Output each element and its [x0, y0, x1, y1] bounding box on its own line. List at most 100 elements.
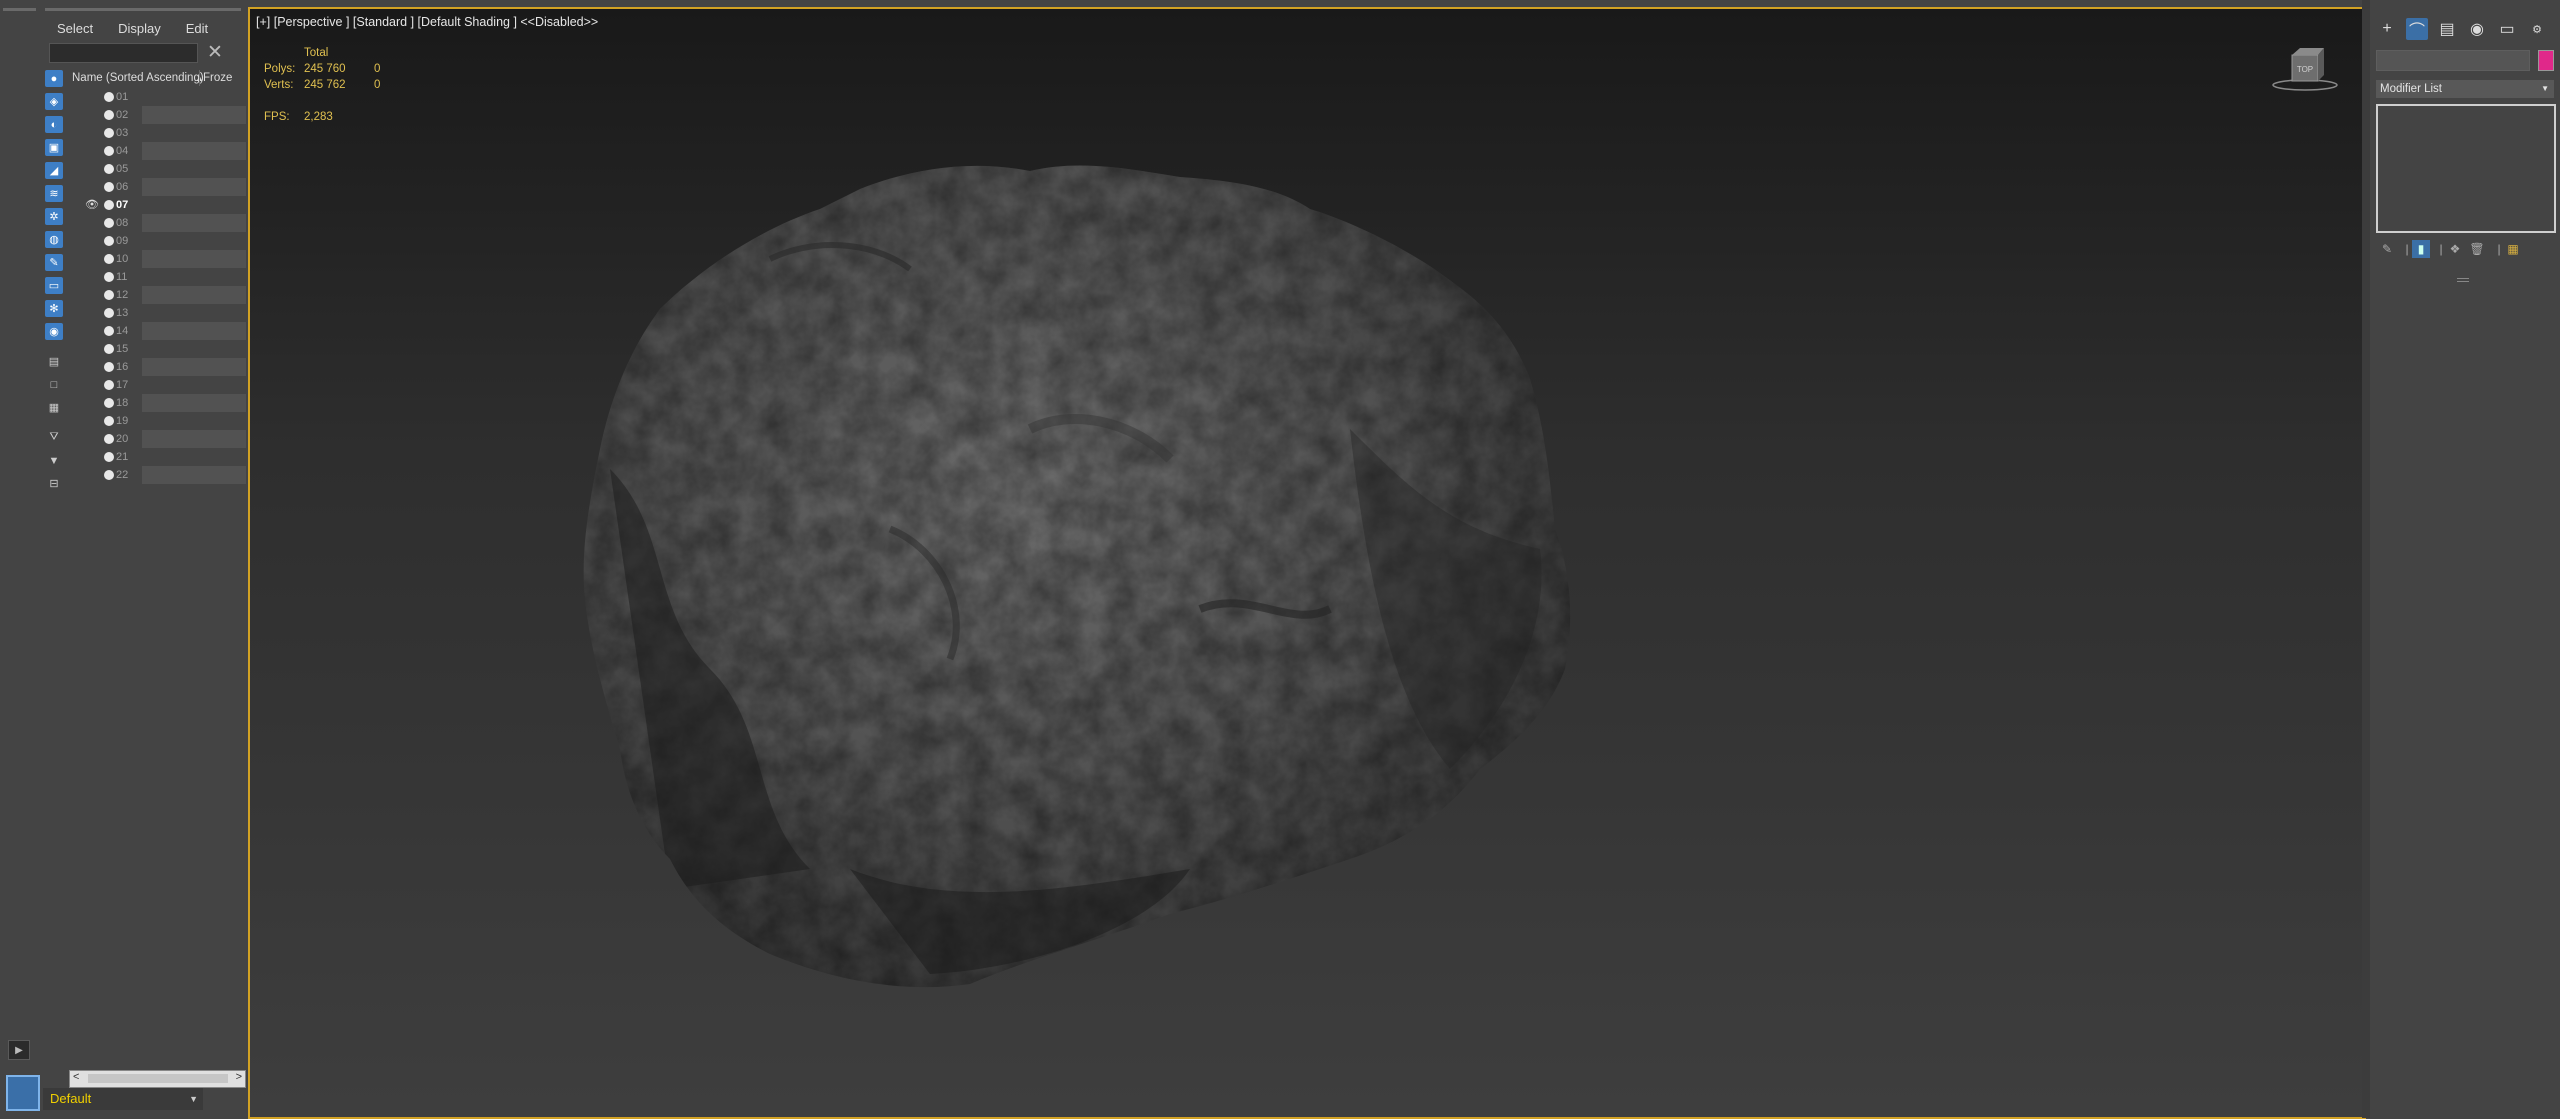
utilities-tab-icon[interactable]: ⚙	[2526, 18, 2548, 40]
list-item[interactable]: 21	[69, 448, 246, 466]
clear-icon[interactable]: ✕	[207, 41, 223, 64]
list-item[interactable]: 12	[69, 286, 246, 304]
object-type-icon[interactable]	[104, 128, 114, 138]
make-unique-icon[interactable]: ❖	[2446, 240, 2464, 258]
xref-filter-icon[interactable]: ✎	[45, 254, 63, 271]
group-filter-icon[interactable]: ◍	[45, 231, 63, 248]
list-item[interactable]: 03	[69, 124, 246, 142]
camera-filter-icon[interactable]: ◢	[45, 162, 63, 179]
object-type-icon[interactable]	[104, 290, 114, 300]
menu-select[interactable]: Select	[41, 18, 102, 40]
chevron-down-icon[interactable]: ▼	[2537, 80, 2549, 98]
list-item[interactable]: 22	[69, 466, 246, 484]
object-type-icon[interactable]	[104, 146, 114, 156]
drag-handle[interactable]	[45, 8, 241, 11]
object-type-icon[interactable]	[104, 164, 114, 174]
object-type-icon[interactable]	[104, 200, 114, 210]
current-layer-field[interactable]: Default ▼	[43, 1088, 203, 1110]
menu-edit[interactable]: Edit	[170, 18, 217, 40]
list-item[interactable]: 20	[69, 430, 246, 448]
list-item[interactable]: 14	[69, 322, 246, 340]
object-type-icon[interactable]	[104, 182, 114, 192]
particle-filter-icon[interactable]: ✻	[45, 300, 63, 317]
layer-icon[interactable]: ⊟	[45, 475, 63, 492]
spacewarp-filter-icon[interactable]: ✲	[45, 208, 63, 225]
create-tab-icon[interactable]: +	[2376, 18, 2398, 40]
shape-filter-icon[interactable]: ◐	[45, 116, 63, 133]
object-type-icon[interactable]	[104, 452, 114, 462]
configure-sets-icon[interactable]: ▦	[2504, 240, 2522, 258]
object-type-icon[interactable]	[104, 416, 114, 426]
object-type-icon[interactable]	[104, 254, 114, 264]
modify-tab-icon[interactable]: ⌒	[2406, 18, 2428, 40]
select-all-icon[interactable]: ▤	[45, 353, 63, 370]
expand-icon[interactable]: ▶	[8, 1040, 30, 1060]
motion-tab-icon[interactable]: ◉	[2466, 18, 2488, 40]
display-tab-icon[interactable]: ▭	[2496, 18, 2518, 40]
list-item[interactable]: 13	[69, 304, 246, 322]
object-type-icon[interactable]	[104, 218, 114, 228]
list-item[interactable]: 10	[69, 250, 246, 268]
list-item[interactable]: 18	[69, 394, 246, 412]
list-item[interactable]: 08	[69, 214, 246, 232]
object-type-icon[interactable]	[104, 380, 114, 390]
remove-modifier-icon[interactable]: 🗑	[2468, 240, 2486, 258]
object-type-icon[interactable]	[104, 92, 114, 102]
scroll-thumb[interactable]	[88, 1074, 228, 1083]
filter-icon[interactable]: ▼	[45, 452, 63, 469]
modifier-stack[interactable]	[2376, 104, 2556, 233]
show-end-result-icon[interactable]: ▮	[2412, 240, 2430, 258]
object-color-swatch[interactable]	[2538, 50, 2554, 71]
hierarchy-tab-icon[interactable]: ▤	[2436, 18, 2458, 40]
column-divider[interactable]	[199, 70, 200, 86]
drag-handle[interactable]	[3, 8, 36, 11]
list-item[interactable]: 19	[69, 412, 246, 430]
select-none-icon[interactable]: □	[45, 376, 63, 393]
object-type-icon[interactable]	[104, 398, 114, 408]
object-name-field[interactable]	[2376, 50, 2530, 71]
object-type-icon[interactable]	[104, 344, 114, 354]
scroll-right-icon[interactable]: >	[236, 1071, 242, 1083]
horizontal-scrollbar[interactable]: < >	[69, 1070, 246, 1088]
viewcube-icon[interactable]: TOP	[2272, 45, 2338, 95]
object-type-icon[interactable]	[104, 470, 114, 480]
object-type-icon[interactable]	[104, 308, 114, 318]
helper-filter-icon[interactable]: ≋	[45, 185, 63, 202]
display-none-icon[interactable]: ●	[45, 70, 63, 87]
list-item[interactable]: 01	[69, 88, 246, 106]
list-item[interactable]: 17	[69, 376, 246, 394]
viewport-label[interactable]: [+] [Perspective ] [Standard ] [Default …	[256, 15, 598, 29]
funnel-settings-icon[interactable]: ⛛	[45, 429, 63, 446]
perspective-viewport[interactable]: [+] [Perspective ] [Standard ] [Default …	[248, 7, 2366, 1119]
panel-grip[interactable]	[2457, 278, 2469, 282]
column-name[interactable]: Name (Sorted Ascending)	[72, 70, 204, 86]
layer-explorer-icon[interactable]	[6, 1075, 40, 1111]
light-filter-icon[interactable]: ▣	[45, 139, 63, 156]
list-item[interactable]: 👁 07	[69, 196, 246, 214]
list-item[interactable]: 11	[69, 268, 246, 286]
object-type-icon[interactable]	[104, 272, 114, 282]
object-type-icon[interactable]	[104, 434, 114, 444]
visibility-filter-icon[interactable]: ◉	[45, 323, 63, 340]
search-input[interactable]	[49, 43, 198, 63]
panel-separator[interactable]	[2362, 0, 2370, 1118]
list-item[interactable]: 16	[69, 358, 246, 376]
modifier-list-dropdown[interactable]: Modifier List ▼	[2376, 80, 2554, 98]
list-item[interactable]: 09	[69, 232, 246, 250]
object-type-icon[interactable]	[104, 236, 114, 246]
eye-icon[interactable]: 👁	[85, 199, 99, 211]
column-frozen[interactable]: Froze	[203, 70, 232, 86]
chevron-down-icon[interactable]: ▼	[182, 1088, 198, 1110]
pin-stack-icon[interactable]: ✎	[2378, 240, 2396, 258]
list-item[interactable]: 04	[69, 142, 246, 160]
list-item[interactable]: 06	[69, 178, 246, 196]
bone-filter-icon[interactable]: ▭	[45, 277, 63, 294]
list-item[interactable]: 15	[69, 340, 246, 358]
scroll-left-icon[interactable]: <	[73, 1071, 79, 1083]
object-type-icon[interactable]	[104, 110, 114, 120]
object-type-icon[interactable]	[104, 362, 114, 372]
object-type-icon[interactable]	[104, 326, 114, 336]
invert-selection-icon[interactable]: ▦	[45, 399, 63, 416]
list-item[interactable]: 05	[69, 160, 246, 178]
geometry-filter-icon[interactable]: ◈	[45, 93, 63, 110]
